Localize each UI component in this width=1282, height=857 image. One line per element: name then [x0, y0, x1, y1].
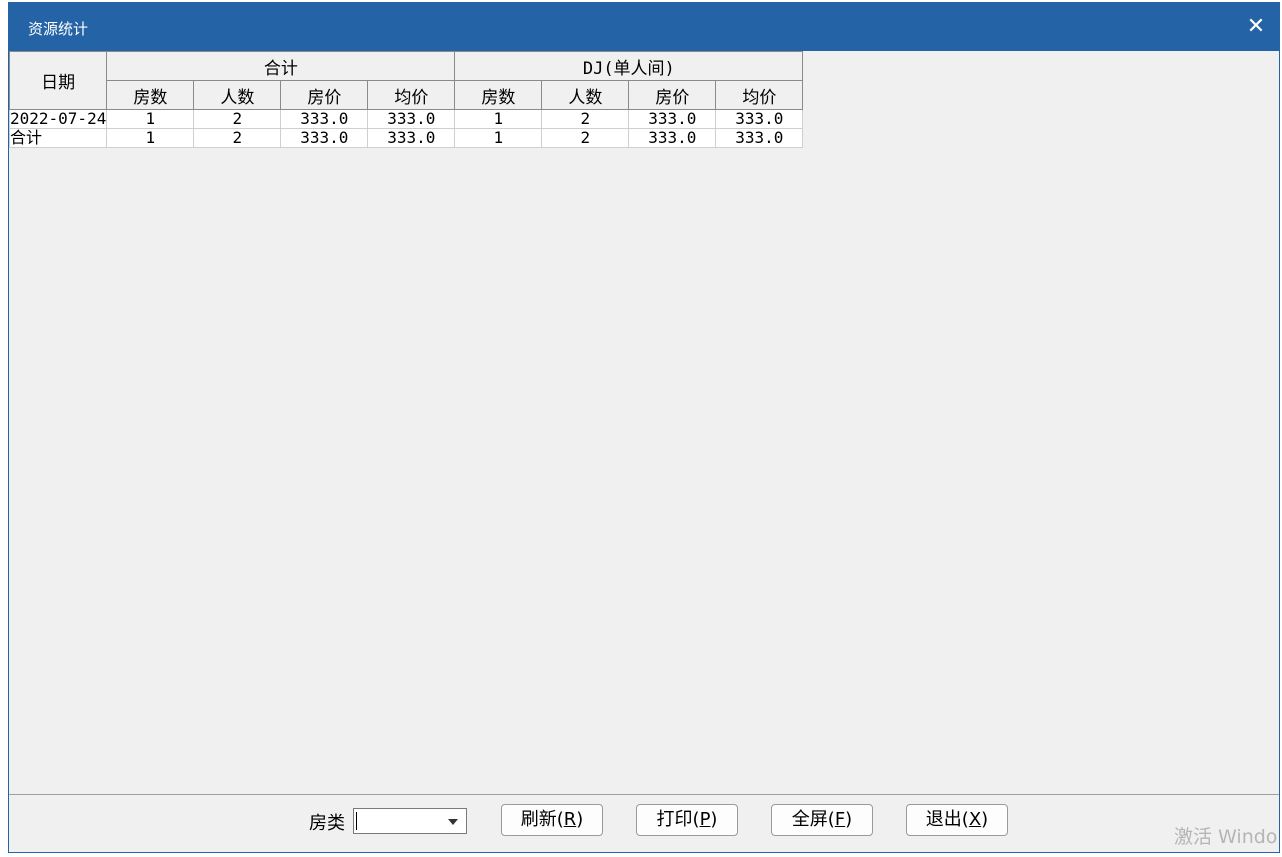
room-type-select[interactable]	[353, 808, 467, 834]
column-header-average-rate: 均价	[367, 80, 456, 110]
exit-button-label: 退出	[925, 809, 962, 830]
group-header-single-room: DJ(单人间)	[454, 51, 804, 81]
exit-button[interactable]: 退出(X)	[906, 804, 1008, 836]
column-header-room-rate: 房价	[628, 80, 717, 110]
print-button-label: 打印	[656, 809, 693, 830]
row-label: 合计	[8, 128, 108, 148]
column-header-guests: 人数	[193, 80, 282, 110]
refresh-button[interactable]: 刷新(R)	[501, 804, 603, 836]
print-hotkey: P	[699, 809, 711, 830]
group-header-total: 合计	[106, 51, 456, 81]
window-title: 资源统计	[28, 20, 89, 38]
table-cell: 1	[454, 128, 543, 148]
text-caret	[356, 812, 357, 830]
table-cell: 333.0	[367, 109, 456, 129]
close-icon[interactable]: ✕	[1233, 3, 1279, 51]
resource-statistics-window: 资源统计 ✕ 日期 合计 DJ(单人间) 房数 人数 房价 均价 房数 人数 房…	[8, 2, 1280, 853]
fullscreen-button[interactable]: 全屏(F)	[771, 804, 873, 836]
table-cell: 333.0	[715, 128, 804, 148]
activation-watermark: 激活 Windo	[1174, 826, 1278, 848]
statistics-table: 日期 合计 DJ(单人间) 房数 人数 房价 均价 房数 人数 房价 均价 20…	[8, 51, 804, 148]
print-button[interactable]: 打印(P)	[636, 804, 738, 836]
table-cell: 1	[454, 109, 543, 129]
table-cell: 333.0	[280, 109, 369, 129]
column-header-guests: 人数	[541, 80, 630, 110]
table-row[interactable]: 2022-07-24 1 2 333.0 333.0 1 2 333.0 333…	[8, 109, 804, 129]
table-cell: 333.0	[367, 128, 456, 148]
table-cell: 333.0	[628, 109, 717, 129]
fullscreen-button-label: 全屏	[791, 809, 828, 830]
table-cell: 333.0	[715, 109, 804, 129]
column-header-room-rate: 房价	[280, 80, 369, 110]
dropdown-arrow-icon[interactable]	[448, 819, 458, 825]
table-cell: 1	[106, 109, 195, 129]
room-type-label: 房类	[309, 813, 345, 834]
table-row[interactable]: 合计 1 2 333.0 333.0 1 2 333.0 333.0	[8, 128, 804, 148]
bottom-toolbar: 房类 刷新(R) 打印(P) 全屏(F) 退出(X)	[9, 794, 1279, 853]
column-header-average-rate: 均价	[715, 80, 804, 110]
table-cell: 333.0	[280, 128, 369, 148]
column-header-rooms: 房数	[106, 80, 195, 110]
table-cell: 2	[193, 128, 282, 148]
table-cell: 333.0	[628, 128, 717, 148]
fullscreen-hotkey: F	[834, 809, 846, 830]
table-cell: 2	[541, 109, 630, 129]
refresh-button-label: 刷新	[520, 809, 557, 830]
refresh-hotkey: R	[563, 809, 577, 830]
row-label: 2022-07-24	[8, 109, 108, 129]
column-header-date: 日期	[8, 51, 108, 110]
table-cell: 1	[106, 128, 195, 148]
table-cell: 2	[193, 109, 282, 129]
column-header-rooms: 房数	[454, 80, 543, 110]
exit-hotkey: X	[968, 809, 982, 830]
table-cell: 2	[541, 128, 630, 148]
title-bar: 资源统计 ✕	[9, 3, 1279, 51]
